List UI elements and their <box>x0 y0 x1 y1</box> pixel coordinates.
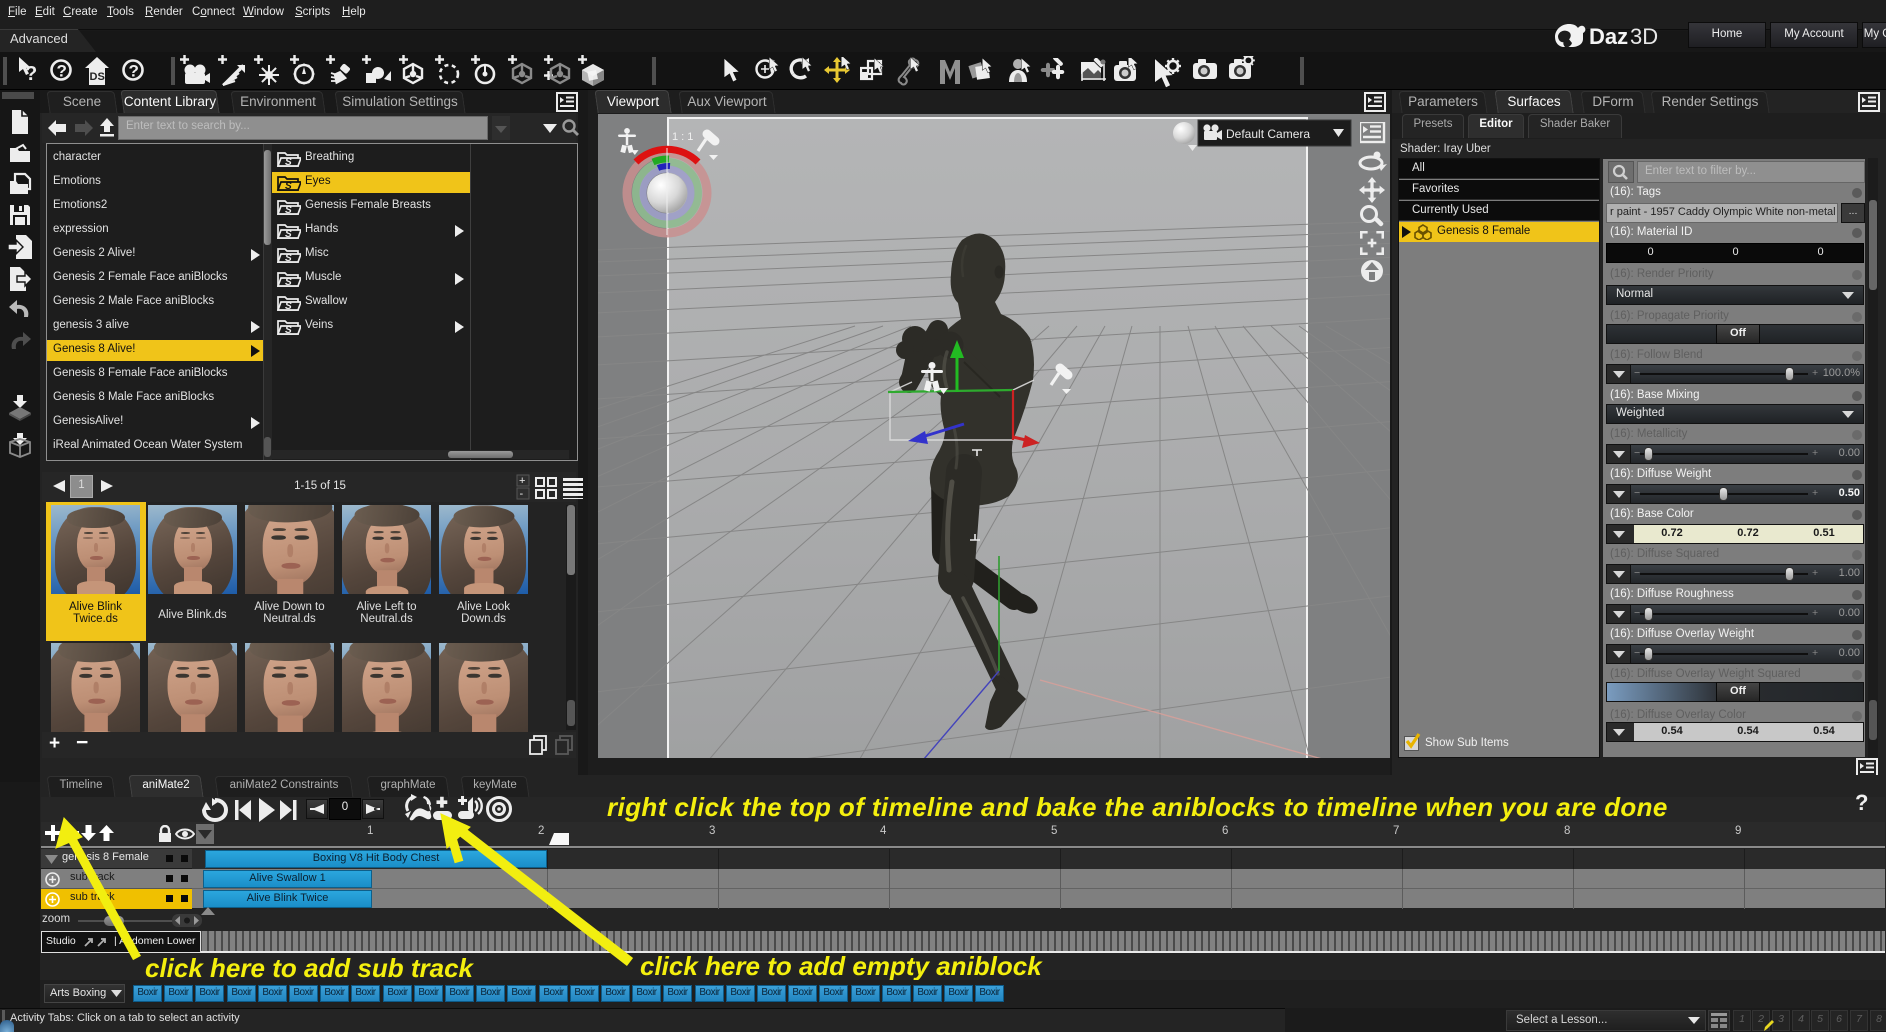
svg-text:S: S <box>285 301 292 312</box>
svg-text:3D: 3D <box>1630 24 1658 49</box>
svg-text:DS: DS <box>90 71 105 83</box>
svg-text:S: S <box>285 181 292 192</box>
svg-text:Daz: Daz <box>1589 24 1628 49</box>
svg-text:S: S <box>285 229 292 240</box>
svg-text:S: S <box>285 325 292 336</box>
svg-text:Default Camera: Default Camera <box>1226 127 1310 141</box>
svg-text:+: + <box>519 475 525 487</box>
svg-text:S: S <box>285 205 292 216</box>
svg-text:?: ? <box>129 62 139 81</box>
svg-text:?: ? <box>25 63 37 85</box>
svg-text:1 : 1: 1 : 1 <box>672 131 693 143</box>
svg-text:S: S <box>285 253 292 264</box>
svg-text:-: - <box>520 488 524 500</box>
svg-text:S: S <box>285 277 292 288</box>
svg-text:?: ? <box>57 62 67 81</box>
svg-text:S: S <box>285 157 292 168</box>
